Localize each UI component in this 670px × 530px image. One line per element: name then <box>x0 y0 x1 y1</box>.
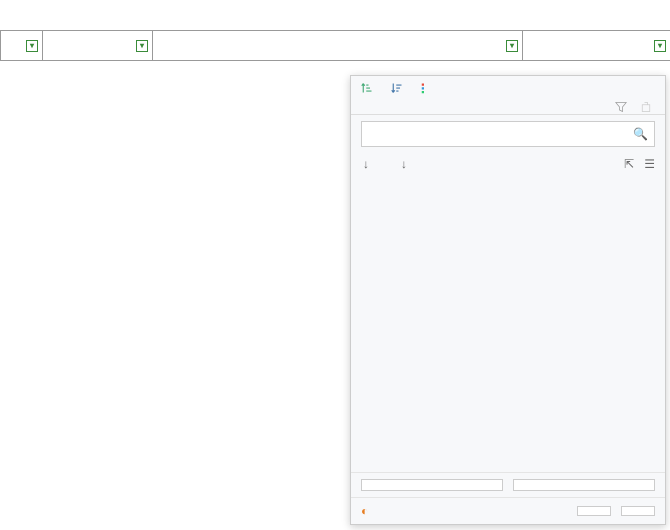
header-spec[interactable]: ▾ <box>523 31 670 61</box>
filter-list <box>351 175 665 472</box>
col-name-header[interactable]: ↓ <box>361 157 369 171</box>
search-input[interactable] <box>362 127 627 141</box>
header-unit[interactable]: ▾ <box>153 31 523 61</box>
clear-button[interactable] <box>640 101 655 113</box>
filter-panel: 🔍 ↓ ↓ ⇱ ☰ ◐ <box>350 75 666 525</box>
dropdown-icon[interactable]: ▾ <box>136 40 148 52</box>
search-icon[interactable]: 🔍 <box>627 127 654 141</box>
sort-asc-button[interactable] <box>361 82 377 94</box>
analysis-button[interactable]: ◐ <box>361 504 372 518</box>
filter-duplicate-button[interactable] <box>513 479 655 491</box>
page-title <box>0 0 670 30</box>
dropdown-icon[interactable]: ▾ <box>26 40 38 52</box>
cancel-button[interactable] <box>621 506 655 516</box>
header-name[interactable]: ▾ <box>43 31 153 61</box>
filter-unique-button[interactable] <box>361 479 503 491</box>
text-filter-button[interactable] <box>615 101 630 113</box>
color-sort-button[interactable] <box>421 82 437 94</box>
dropdown-icon[interactable]: ▾ <box>506 40 518 52</box>
dropdown-icon[interactable]: ▾ <box>654 40 666 52</box>
data-table: ▾ ▾ ▾ ▾ <box>0 30 670 61</box>
search-box: 🔍 <box>361 121 655 147</box>
export-button[interactable]: ⇱ <box>624 157 634 171</box>
col-count-header[interactable]: ↓ <box>399 157 407 171</box>
options-button[interactable]: ☰ <box>644 157 655 171</box>
sort-desc-button[interactable] <box>391 82 407 94</box>
header-seq[interactable]: ▾ <box>1 31 43 61</box>
ok-button[interactable] <box>577 506 611 516</box>
